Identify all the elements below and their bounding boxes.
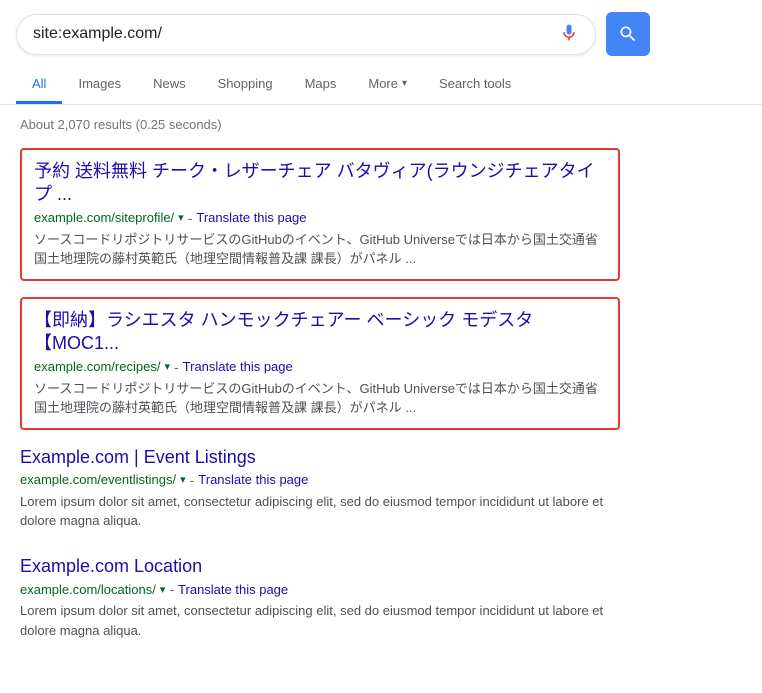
- result-url-1: example.com/siteprofile/: [34, 210, 174, 225]
- url-dropdown-icon-3[interactable]: ▾: [180, 473, 186, 486]
- tab-all[interactable]: All: [16, 66, 62, 104]
- results-area: About 2,070 results (0.25 seconds) 予約 送料…: [0, 105, 762, 684]
- translate-link-4[interactable]: Translate this page: [178, 582, 288, 597]
- translate-link-1[interactable]: Translate this page: [196, 210, 306, 225]
- result-title-4[interactable]: Example.com Location: [20, 555, 620, 578]
- url-dropdown-icon-2[interactable]: ▾: [164, 360, 170, 373]
- result-snippet-2: ソースコードリポジトリサービスのGitHubのイベント、GitHub Unive…: [34, 379, 606, 418]
- url-separator-2: -: [174, 359, 179, 375]
- tab-maps[interactable]: Maps: [289, 66, 353, 104]
- tab-shopping[interactable]: Shopping: [202, 66, 289, 104]
- result-snippet-4: Lorem ipsum dolor sit amet, consectetur …: [20, 601, 620, 640]
- translate-link-3[interactable]: Translate this page: [198, 472, 308, 487]
- result-url-row-3: example.com/eventlistings/ ▾ - Translate…: [20, 472, 620, 488]
- url-dropdown-icon-4[interactable]: ▾: [160, 583, 166, 596]
- search-bar-row: site:example.com/: [16, 12, 746, 56]
- result-title-2[interactable]: 【即納】ラシエスタ ハンモックチェアー ベーシック モデスタ 【MOC1...: [34, 309, 606, 356]
- mic-icon[interactable]: [559, 23, 579, 46]
- result-snippet-1: ソースコードリポジトリサービスのGitHubのイベント、GitHub Unive…: [34, 230, 606, 269]
- result-item-3: Example.com | Event Listings example.com…: [20, 446, 620, 531]
- results-stats: About 2,070 results (0.25 seconds): [20, 117, 742, 132]
- search-header: site:example.com/ All Images News Shoppi…: [0, 0, 762, 105]
- tab-news[interactable]: News: [137, 66, 202, 104]
- result-item-2: 【即納】ラシエスタ ハンモックチェアー ベーシック モデスタ 【MOC1... …: [20, 297, 620, 430]
- more-label: More: [368, 76, 398, 91]
- url-separator-3: -: [190, 472, 195, 488]
- url-dropdown-icon-1[interactable]: ▾: [178, 211, 184, 224]
- tab-more[interactable]: More ▾: [352, 66, 423, 104]
- tab-images[interactable]: Images: [62, 66, 137, 104]
- search-button[interactable]: [606, 12, 650, 56]
- result-url-2: example.com/recipes/: [34, 359, 160, 374]
- result-item-4: Example.com Location example.com/locatio…: [20, 555, 620, 640]
- result-item-1: 予約 送料無料 チーク・レザーチェア バタヴィア(ラウンジチェアタイプ ... …: [20, 148, 620, 281]
- search-input[interactable]: site:example.com/: [33, 25, 549, 43]
- result-title-3[interactable]: Example.com | Event Listings: [20, 446, 620, 469]
- result-url-row-2: example.com/recipes/ ▾ - Translate this …: [34, 359, 606, 375]
- search-nav-tabs: All Images News Shopping Maps More ▾ Sea…: [16, 66, 746, 104]
- chevron-down-icon: ▾: [402, 78, 407, 89]
- result-url-row-1: example.com/siteprofile/ ▾ - Translate t…: [34, 210, 606, 226]
- result-url-3: example.com/eventlistings/: [20, 472, 176, 487]
- tab-search-tools[interactable]: Search tools: [423, 66, 527, 104]
- search-box: site:example.com/: [16, 14, 596, 55]
- result-url-row-4: example.com/locations/ ▾ - Translate thi…: [20, 581, 620, 597]
- result-url-4: example.com/locations/: [20, 582, 156, 597]
- translate-link-2[interactable]: Translate this page: [183, 359, 293, 374]
- result-snippet-3: Lorem ipsum dolor sit amet, consectetur …: [20, 492, 620, 531]
- url-separator-4: -: [169, 581, 174, 597]
- result-title-1[interactable]: 予約 送料無料 チーク・レザーチェア バタヴィア(ラウンジチェアタイプ ...: [34, 160, 606, 207]
- url-separator-1: -: [188, 210, 193, 226]
